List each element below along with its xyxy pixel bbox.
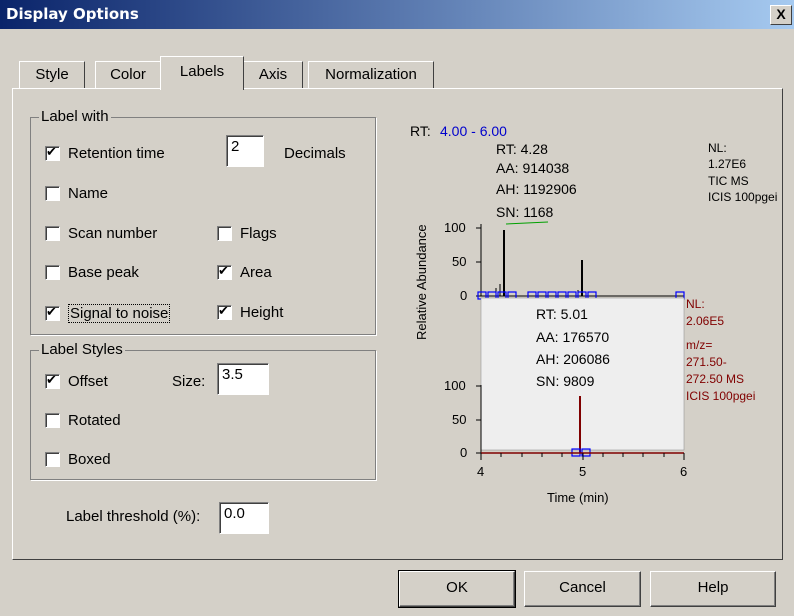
x-axis-label: Time (min) (547, 490, 609, 505)
area-check-icon (217, 263, 232, 280)
height-checkbox[interactable]: Height (217, 303, 284, 321)
flags-label: Flags (240, 225, 277, 242)
top-info-type: TIC MS (708, 174, 749, 188)
bottom-peak-sn: SN: 9809 (536, 373, 595, 389)
scan-number-checkbox[interactable]: Scan number (45, 225, 157, 242)
scan-number-label: Scan number (68, 225, 158, 242)
label-with-group: Label with Retention time 2 Decimals Nam… (30, 108, 376, 335)
bottom-info-nl: NL: (686, 297, 705, 311)
retention-time-label: Retention time (68, 145, 165, 162)
label-styles-legend: Label Styles (39, 341, 125, 358)
tab-color[interactable]: Color (95, 61, 161, 88)
x-axis-ticks (480, 453, 685, 460)
label-threshold-input[interactable]: 0.0 (219, 502, 269, 534)
label-with-legend: Label with (39, 108, 111, 125)
top-peak-sn: SN: 1168 (496, 204, 554, 220)
top-offset-line (505, 221, 549, 225)
bottom-y-tick-50: 50 (452, 412, 466, 427)
x-tick-4: 4 (477, 464, 484, 479)
rt-range-value: 4.00 - 6.00 (440, 123, 507, 139)
flags-check-icon (217, 226, 232, 241)
boxed-check-icon (45, 452, 60, 467)
help-button[interactable]: Help (650, 571, 776, 607)
rotated-label: Rotated (68, 412, 121, 429)
title-bar: Display Options X (0, 0, 794, 29)
rotated-checkbox[interactable]: Rotated (45, 412, 121, 429)
bottom-y-tick-0: 0 (460, 445, 467, 460)
height-label: Height (240, 304, 284, 321)
top-peak-ah: AH: 1192906 (496, 181, 577, 197)
bottom-info-icis: ICIS 100pgei (686, 389, 755, 403)
size-input[interactable]: 3.5 (217, 363, 269, 395)
flags-checkbox[interactable]: Flags (217, 225, 277, 242)
top-y-tick-50: 50 (452, 254, 466, 269)
dialog-title: Display Options (6, 5, 139, 23)
name-label: Name (68, 185, 109, 202)
top-info-value: 1.27E6 (708, 157, 746, 171)
signal-to-noise-check-icon (45, 304, 60, 321)
boxed-checkbox[interactable]: Boxed (45, 451, 111, 468)
decimals-label: Decimals (284, 145, 346, 162)
signal-to-noise-checkbox[interactable]: Signal to noise (45, 304, 171, 323)
bottom-peak-aa: AA: 176570 (536, 329, 609, 345)
retention-time-check-icon (45, 144, 60, 161)
area-checkbox[interactable]: Area (217, 263, 272, 281)
bottom-info-mz-high: 272.50 MS (686, 372, 744, 386)
tab-labels[interactable]: Labels (160, 56, 244, 90)
scan-number-check-icon (45, 226, 60, 241)
retention-time-checkbox[interactable]: Retention time (45, 144, 165, 162)
offset-checkbox[interactable]: Offset (45, 372, 108, 390)
tab-normalization[interactable]: Normalization (308, 61, 434, 88)
bottom-info-value: 2.06E5 (686, 314, 724, 328)
bottom-y-tick-100: 100 (444, 378, 466, 393)
close-button[interactable]: X (770, 5, 792, 25)
name-check-icon (45, 186, 60, 201)
tab-style[interactable]: Style (19, 61, 85, 88)
base-peak-checkbox[interactable]: Base peak (45, 264, 139, 281)
top-y-tick-0: 0 (460, 288, 467, 303)
rotated-check-icon (45, 413, 60, 428)
x-tick-5: 5 (579, 464, 586, 479)
name-checkbox[interactable]: Name (45, 185, 108, 202)
top-info-nl: NL: (708, 141, 727, 155)
ok-button[interactable]: OK (398, 570, 516, 608)
decimals-input[interactable]: 2 (226, 135, 264, 167)
area-label: Area (240, 264, 272, 281)
top-peak-aa: AA: 914038 (496, 160, 569, 176)
height-check-icon (217, 303, 232, 320)
base-peak-check-icon (45, 265, 60, 280)
rt-range-prefix: RT: (410, 123, 431, 139)
offset-label: Offset (68, 373, 108, 390)
boxed-label: Boxed (68, 451, 111, 468)
display-options-dialog: Display Options X Style Color Labels Axi… (0, 0, 794, 616)
bottom-peak-rt: RT: 5.01 (536, 306, 588, 322)
base-peak-label: Base peak (68, 264, 139, 281)
cancel-button[interactable]: Cancel (524, 571, 641, 607)
label-threshold-label: Label threshold (%): (66, 508, 201, 525)
top-info-icis: ICIS 100pgei (708, 190, 777, 204)
y-axis-label: Relative Abundance (414, 224, 429, 340)
top-peak-rt: RT: 4.28 (496, 141, 548, 157)
size-label: Size: (172, 373, 206, 390)
tab-axis[interactable]: Axis (243, 61, 303, 88)
top-y-tick-100: 100 (444, 220, 466, 235)
bottom-peak-ah: AH: 206086 (536, 351, 610, 367)
bottom-info-mz: m/z= (686, 338, 712, 352)
chromatogram-preview: RT: 4.00 - 6.00 RT: 4.28 AA: 914038 AH: … (410, 123, 777, 505)
label-styles-group: Label Styles Offset Size: 3.5 Rotated Bo… (30, 341, 376, 480)
offset-check-icon (45, 372, 60, 389)
signal-to-noise-label: Signal to noise (68, 304, 171, 323)
bottom-info-mz-low: 271.50- (686, 355, 727, 369)
x-tick-6: 6 (680, 464, 687, 479)
